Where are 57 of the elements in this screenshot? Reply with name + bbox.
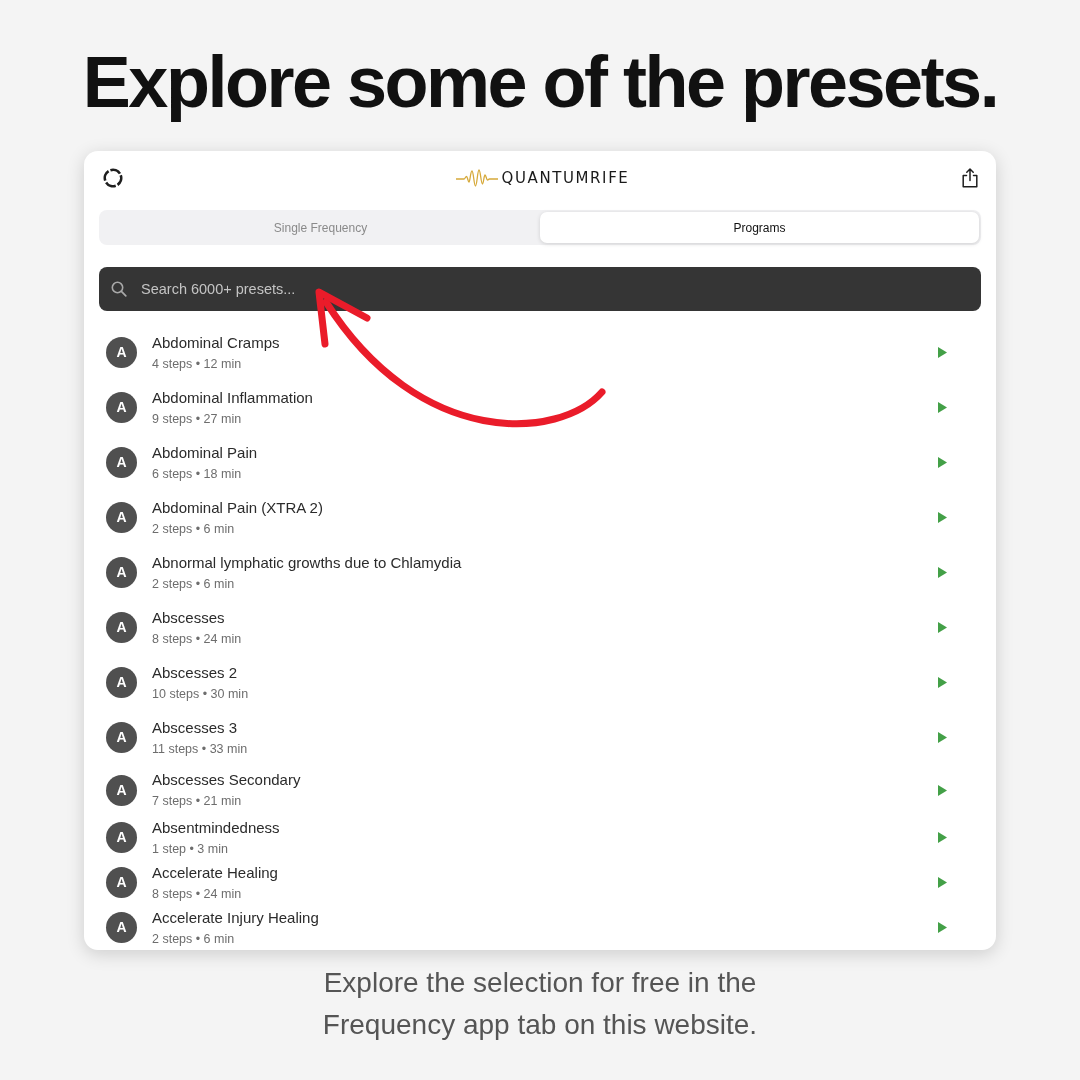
search-field[interactable]: Search 6000+ presets...: [99, 267, 981, 311]
preset-details: 2 steps • 6 min: [152, 520, 235, 537]
play-icon[interactable]: [938, 922, 947, 933]
share-icon[interactable]: [962, 168, 978, 188]
initial-avatar: A: [106, 912, 137, 943]
preset-title[interactable]: Accelerate Injury Healing: [152, 908, 319, 927]
preset-title[interactable]: Abscesses: [152, 608, 225, 627]
preset-title[interactable]: Abnormal lymphatic growths due to Chlamydia: [152, 553, 462, 572]
play-icon[interactable]: [938, 832, 947, 843]
preset-details: 6 steps • 18 min: [152, 465, 242, 482]
initial-avatar: A: [106, 337, 137, 368]
initial-avatar: A: [106, 667, 137, 698]
play-icon[interactable]: [938, 877, 947, 888]
play-icon[interactable]: [938, 402, 947, 413]
preset-title[interactable]: Accelerate Healing: [152, 863, 278, 882]
initial-avatar: A: [106, 447, 137, 478]
initial-avatar: A: [106, 722, 137, 753]
play-icon[interactable]: [938, 567, 947, 578]
play-icon[interactable]: [938, 457, 947, 468]
waveform-icon: [455, 168, 498, 188]
preset-details: 10 steps • 30 min: [152, 685, 249, 702]
preset-title[interactable]: Abdominal Pain (XTRA 2): [152, 498, 323, 517]
play-icon[interactable]: [938, 622, 947, 633]
play-icon[interactable]: [938, 347, 947, 358]
preset-title[interactable]: Abdominal Inflammation: [152, 388, 313, 407]
preset-details: 11 steps • 33 min: [152, 740, 248, 757]
play-icon[interactable]: [938, 732, 947, 743]
preset-title[interactable]: Abscesses 3: [152, 718, 238, 737]
caption: Explore the selection for free in the Frequency app tab on this website.: [321, 966, 759, 1042]
preset-details: 4 steps • 12 min: [152, 355, 242, 372]
preset-title[interactable]: Abdominal Cramps: [152, 333, 280, 352]
preset-details: 8 steps • 24 min: [152, 885, 242, 902]
play-icon[interactable]: [938, 512, 947, 523]
initial-avatar: A: [106, 557, 137, 588]
preset-details: 1 step • 3 min: [152, 840, 228, 857]
play-icon[interactable]: [938, 677, 947, 688]
initial-avatar: A: [106, 502, 137, 533]
preset-details: 8 steps • 24 min: [152, 630, 242, 647]
preset-title[interactable]: Absentmindedness: [152, 818, 280, 837]
play-icon[interactable]: [938, 784, 947, 796]
preset-details: 9 steps • 27 min: [152, 410, 242, 427]
preset-details: 2 steps • 6 min: [152, 575, 235, 592]
ring-icon[interactable]: [103, 168, 123, 188]
headline: Explore some of the presets.: [82, 46, 998, 124]
search-icon: [111, 281, 127, 297]
preset-title[interactable]: Abscesses Secondary: [152, 771, 301, 789]
preset-details: 2 steps • 6 min: [152, 930, 235, 947]
initial-avatar: A: [106, 867, 137, 898]
tab[interactable]: Programs: [540, 212, 979, 243]
brand-name: QUANTUMRIFE: [501, 167, 630, 189]
preset-title[interactable]: Abscesses 2: [152, 663, 238, 682]
initial-avatar: A: [106, 822, 137, 853]
initial-avatar: A: [106, 774, 137, 806]
preset-details: 7 steps • 21 min: [152, 793, 242, 809]
initial-avatar: A: [106, 392, 137, 423]
initial-avatar: A: [106, 612, 137, 643]
preset-title[interactable]: Abdominal Pain: [152, 443, 258, 462]
